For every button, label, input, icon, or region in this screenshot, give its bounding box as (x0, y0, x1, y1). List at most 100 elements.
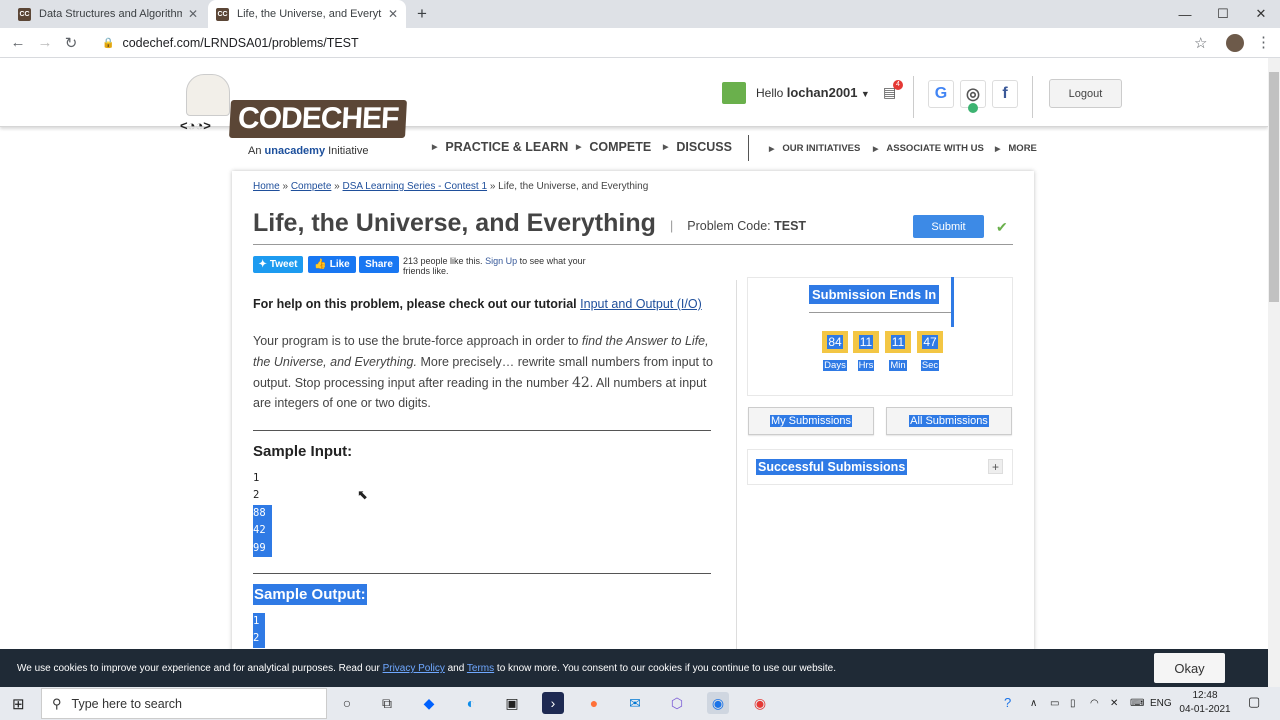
firefox-icon[interactable]: ● (583, 692, 605, 714)
wifi-icon[interactable]: ◠ (1090, 698, 1099, 709)
keyboard-icon[interactable]: ⌨ (1130, 698, 1144, 709)
user-flag-icon (722, 82, 746, 104)
close-tab-icon[interactable]: ✕ (188, 7, 198, 21)
problem-description: Your program is to use the brute-force a… (253, 334, 713, 411)
app-hex-icon[interactable]: ⬡ (666, 692, 688, 714)
privacy-policy-link[interactable]: Privacy Policy (383, 663, 445, 674)
cookie-okay-button[interactable]: Okay (1154, 653, 1225, 683)
my-submissions-button[interactable]: My Submissions (748, 407, 874, 435)
url-text: codechef.com/LRNDSA01/problems/TEST (122, 36, 359, 50)
thumbs-up-icon: 👍 (314, 259, 327, 270)
lock-icon: 🔒 (102, 37, 115, 49)
timer-accent-bar (951, 277, 954, 327)
triangle-right-icon: ▶ (995, 145, 1001, 153)
app-icon[interactable]: › (542, 692, 564, 714)
nav-our-initiatives[interactable]: ▶ OUR INITIATIVES (769, 143, 860, 154)
code-line: 2 (253, 489, 260, 502)
reload-icon[interactable]: ↻ (62, 34, 80, 52)
triangle-right-icon: ▶ (769, 145, 775, 153)
profile-avatar[interactable] (1226, 34, 1244, 52)
triangle-right-icon: ▶ (873, 145, 879, 153)
timer-label: Days (823, 360, 847, 371)
header-divider (1032, 76, 1033, 118)
minimize-icon[interactable]: — (1166, 0, 1204, 28)
close-tab-icon[interactable]: ✕ (388, 7, 398, 21)
tweet-button[interactable]: ✦ Tweet (253, 256, 303, 273)
codechef-logo[interactable]: <◔◔> CODECHEF An unacademy Initiative (180, 72, 408, 162)
nav-discuss[interactable]: ▶ DISCUSS (663, 140, 732, 154)
tutorial-link[interactable]: Input and Output (I/O) (580, 297, 702, 311)
notification-count-badge: 4 (893, 80, 903, 90)
google-icon[interactable]: G (928, 80, 954, 108)
terms-link[interactable]: Terms (467, 663, 494, 674)
edge-icon[interactable]: ◐ (460, 692, 482, 714)
close-window-icon[interactable]: ✕ (1242, 0, 1280, 28)
fb-like-button[interactable]: 👍 Like (308, 256, 356, 273)
maximize-icon[interactable]: ☐ (1204, 0, 1242, 28)
breadcrumb-current: » Life, the Universe, and Everything (489, 181, 649, 192)
chevron-down-icon: ▼ (860, 89, 870, 99)
browser-menu-icon[interactable]: ⋮ (1256, 33, 1271, 51)
all-submissions-button[interactable]: All Submissions (886, 407, 1012, 435)
expand-plus-icon[interactable]: + (988, 459, 1003, 474)
timer-title: Submission Ends In (809, 285, 940, 304)
cortana-icon[interactable]: ○ (336, 692, 358, 714)
notification-center-icon[interactable]: ▢ (1248, 694, 1260, 710)
volume-icon[interactable]: ✕ (1110, 698, 1118, 709)
nav-more[interactable]: ▶ MORE (995, 143, 1037, 154)
breadcrumb-compete[interactable]: Compete (291, 181, 332, 192)
store-icon[interactable]: ▣ (501, 692, 523, 714)
check-icon: ✔ (996, 219, 1008, 235)
nav-practice-learn[interactable]: ▶ PRACTICE & LEARN (432, 140, 568, 154)
language-indicator[interactable]: ENG (1150, 698, 1172, 709)
help-tray-icon[interactable]: ? (1004, 695, 1011, 710)
breadcrumb-home[interactable]: Home (253, 181, 280, 192)
header-divider (913, 76, 914, 118)
code-line: 2 (253, 630, 265, 648)
bookmark-star-icon[interactable]: ☆ (1194, 34, 1207, 52)
fb-like-text: 213 people like this. Sign Up to see wha… (403, 256, 586, 274)
timer-label: Hrs (857, 360, 875, 371)
tab-dsa[interactable]: CC Data Structures and Algorithms C ✕ (10, 0, 206, 28)
problem-code: | Problem Code: TEST (670, 219, 807, 233)
mail-icon[interactable]: ✉ (624, 692, 646, 714)
new-tab-button[interactable]: + (417, 4, 427, 24)
taskbar-search-input[interactable]: ⚲ Type here to search (41, 688, 327, 719)
breadcrumb: Home » Compete » DSA Learning Series - C… (253, 181, 649, 192)
code-line: 42 (253, 522, 272, 540)
back-icon[interactable]: ← (9, 34, 27, 51)
logout-button[interactable]: Logout (1049, 79, 1122, 108)
network-icon[interactable]: ▭ (1050, 698, 1059, 709)
dropbox-icon[interactable]: ◆ (418, 692, 440, 714)
triangle-right-icon: ▶ (576, 144, 582, 151)
battery-icon[interactable]: ▯ (1070, 698, 1076, 709)
fb-signup-link[interactable]: Sign Up (485, 256, 517, 266)
nav-compete[interactable]: ▶ COMPETE (576, 140, 651, 154)
screen-recorder-icon[interactable]: ◉ (749, 692, 771, 714)
timer-hours: 11 (853, 331, 879, 353)
tab-title: Data Structures and Algorithms C (39, 8, 182, 20)
address-bar[interactable]: 🔒 codechef.com/LRNDSA01/problems/TEST (90, 32, 1215, 54)
nav-associate[interactable]: ▶ ASSOCIATE WITH US (873, 143, 984, 154)
breadcrumb-contest[interactable]: DSA Learning Series - Contest 1 (343, 181, 488, 192)
submit-button[interactable]: Submit (913, 215, 984, 238)
sample-output-title: Sample Output: (253, 584, 367, 605)
timer-label: Sec (920, 360, 940, 371)
tab-problem[interactable]: CC Life, the Universe, and Everything ✕ (208, 0, 406, 28)
section-divider (253, 430, 711, 431)
windows-start-icon[interactable]: ⊞ (12, 695, 25, 713)
fb-share-button[interactable]: Share (359, 256, 399, 273)
forward-icon[interactable]: → (36, 34, 54, 51)
codechef-favicon-icon: CC (18, 7, 31, 21)
taskbar-clock[interactable]: 12:48 04-01-2021 (1170, 689, 1240, 717)
sample-output-block: 1 2 (253, 613, 265, 648)
timer-label: Min (889, 360, 907, 371)
facebook-icon[interactable]: f (992, 80, 1018, 108)
user-greeting[interactable]: Hello lochan2001 ▼ (756, 85, 870, 100)
chef-hat-icon (186, 74, 230, 116)
successful-submissions-title: Successful Submissions (756, 459, 908, 475)
task-view-icon[interactable]: ⧉ (376, 692, 398, 714)
chrome-icon[interactable]: ◉ (707, 692, 729, 714)
scrollbar-thumb[interactable] (1269, 72, 1279, 302)
chevron-up-icon[interactable]: ∧ (1030, 698, 1037, 709)
